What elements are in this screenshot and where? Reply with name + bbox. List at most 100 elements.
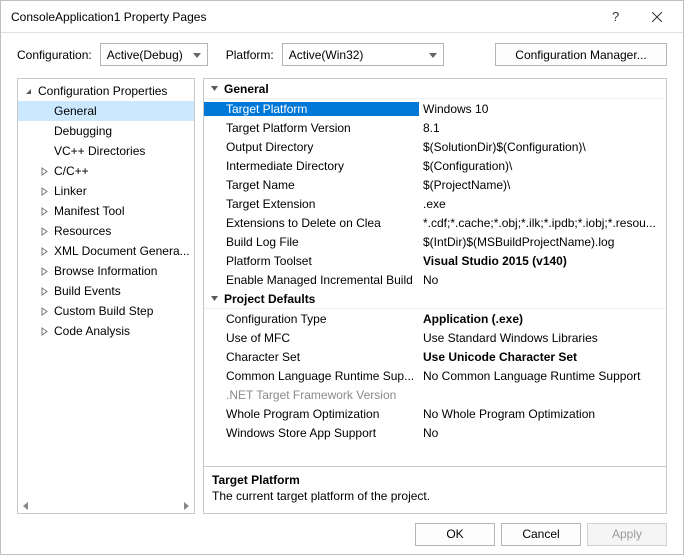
- configuration-manager-button[interactable]: Configuration Manager...: [495, 43, 667, 66]
- chevron-right-icon[interactable]: [38, 185, 50, 197]
- property-row[interactable]: Output Directory$(SolutionDir)$(Configur…: [204, 137, 666, 156]
- tree-item-label: Browse Information: [54, 264, 157, 278]
- property-name: Character Set: [204, 350, 419, 364]
- help-panel: Target Platform The current target platf…: [203, 467, 667, 514]
- tree-item-c-c[interactable]: C/C++: [18, 161, 194, 181]
- chevron-right-icon[interactable]: [38, 265, 50, 277]
- tree-item-label: Manifest Tool: [54, 204, 124, 218]
- category-project-defaults[interactable]: Project Defaults: [204, 289, 666, 309]
- scroll-right-icon[interactable]: [178, 501, 194, 511]
- property-row[interactable]: Use of MFCUse Standard Windows Libraries: [204, 328, 666, 347]
- tree-item-build-events[interactable]: Build Events: [18, 281, 194, 301]
- tree-item-resources[interactable]: Resources: [18, 221, 194, 241]
- property-row[interactable]: Build Log File$(IntDir)$(MSBuildProjectN…: [204, 232, 666, 251]
- chevron-right-icon[interactable]: [38, 305, 50, 317]
- property-row[interactable]: Windows Store App SupportNo: [204, 423, 666, 442]
- property-row[interactable]: Extensions to Delete on Clea*.cdf;*.cach…: [204, 213, 666, 232]
- property-name: Use of MFC: [204, 331, 419, 345]
- property-value[interactable]: Application (.exe): [419, 312, 666, 326]
- property-name: Windows Store App Support: [204, 426, 419, 440]
- chevron-open-icon[interactable]: [22, 85, 34, 97]
- chevron-right-icon[interactable]: [38, 325, 50, 337]
- property-row[interactable]: Target Extension.exe: [204, 194, 666, 213]
- tree-item-custom-build-step[interactable]: Custom Build Step: [18, 301, 194, 321]
- tree-item-xml-document-genera[interactable]: XML Document Genera...: [18, 241, 194, 261]
- tree-root-configuration-properties[interactable]: Configuration Properties: [18, 81, 194, 101]
- chevron-down-icon[interactable]: [208, 83, 220, 95]
- chevron-down-icon[interactable]: [208, 293, 220, 305]
- property-value[interactable]: No: [419, 273, 666, 287]
- close-icon[interactable]: [637, 1, 677, 33]
- property-value[interactable]: $(Configuration)\: [419, 159, 666, 173]
- property-value[interactable]: 8.1: [419, 121, 666, 135]
- platform-label: Platform:: [226, 48, 274, 62]
- property-name: .NET Target Framework Version: [204, 388, 419, 402]
- property-value[interactable]: Visual Studio 2015 (v140): [419, 254, 666, 268]
- category-general[interactable]: General: [204, 79, 666, 99]
- platform-value: Active(Win32): [289, 48, 364, 62]
- property-value[interactable]: Use Standard Windows Libraries: [419, 331, 666, 345]
- chevron-right-icon[interactable]: [38, 285, 50, 297]
- property-value[interactable]: .exe: [419, 197, 666, 211]
- property-value[interactable]: $(ProjectName)\: [419, 178, 666, 192]
- property-name: Target Platform: [204, 102, 419, 116]
- property-row[interactable]: Character SetUse Unicode Character Set: [204, 347, 666, 366]
- ok-button[interactable]: OK: [415, 523, 495, 546]
- tree-item-label: General: [54, 104, 97, 118]
- expander-placeholder: [38, 125, 50, 137]
- help-icon[interactable]: ?: [597, 1, 637, 33]
- dialog-footer: OK Cancel Apply: [1, 514, 683, 554]
- property-value[interactable]: Use Unicode Character Set: [419, 350, 666, 364]
- property-value[interactable]: No Whole Program Optimization: [419, 407, 666, 421]
- property-row[interactable]: Target PlatformWindows 10: [204, 99, 666, 118]
- property-value[interactable]: No Common Language Runtime Support: [419, 369, 666, 383]
- property-value[interactable]: No: [419, 426, 666, 440]
- tree-item-debugging[interactable]: Debugging: [18, 121, 194, 141]
- property-value[interactable]: $(IntDir)$(MSBuildProjectName).log: [419, 235, 666, 249]
- chevron-right-icon[interactable]: [38, 225, 50, 237]
- category-tree[interactable]: Configuration Properties General Debuggin…: [17, 78, 195, 514]
- cancel-button[interactable]: Cancel: [501, 523, 581, 546]
- property-row[interactable]: .NET Target Framework Version: [204, 385, 666, 404]
- platform-dropdown[interactable]: Active(Win32): [282, 43, 444, 66]
- tree-item-label: VC++ Directories: [54, 144, 145, 158]
- property-name: Target Name: [204, 178, 419, 192]
- property-value[interactable]: $(SolutionDir)$(Configuration)\: [419, 140, 666, 154]
- apply-button[interactable]: Apply: [587, 523, 667, 546]
- category-label: Project Defaults: [224, 292, 315, 306]
- tree-item-linker[interactable]: Linker: [18, 181, 194, 201]
- configuration-label: Configuration:: [17, 48, 92, 62]
- property-row[interactable]: Whole Program OptimizationNo Whole Progr…: [204, 404, 666, 423]
- property-name: Target Platform Version: [204, 121, 419, 135]
- tree-item-browse-information[interactable]: Browse Information: [18, 261, 194, 281]
- chevron-right-icon[interactable]: [38, 205, 50, 217]
- property-name: Output Directory: [204, 140, 419, 154]
- property-name: Whole Program Optimization: [204, 407, 419, 421]
- property-name: Common Language Runtime Sup...: [204, 369, 419, 383]
- tree-item-code-analysis[interactable]: Code Analysis: [18, 321, 194, 341]
- property-row[interactable]: Configuration TypeApplication (.exe): [204, 309, 666, 328]
- chevron-right-icon[interactable]: [38, 165, 50, 177]
- property-row[interactable]: Intermediate Directory$(Configuration)\: [204, 156, 666, 175]
- property-row[interactable]: Platform ToolsetVisual Studio 2015 (v140…: [204, 251, 666, 270]
- property-pages-dialog: ConsoleApplication1 Property Pages ? Con…: [0, 0, 684, 555]
- property-name: Extensions to Delete on Clea: [204, 216, 419, 230]
- property-value[interactable]: Windows 10: [419, 102, 666, 116]
- property-grid[interactable]: GeneralTarget PlatformWindows 10Target P…: [203, 78, 667, 467]
- property-row[interactable]: Target Name$(ProjectName)\: [204, 175, 666, 194]
- configuration-value: Active(Debug): [107, 48, 183, 62]
- tree-item-manifest-tool[interactable]: Manifest Tool: [18, 201, 194, 221]
- property-value[interactable]: *.cdf;*.cache;*.obj;*.ilk;*.ipdb;*.iobj;…: [419, 216, 666, 230]
- tree-item-label: C/C++: [54, 164, 89, 178]
- configuration-dropdown[interactable]: Active(Debug): [100, 43, 208, 66]
- scroll-left-icon[interactable]: [18, 501, 34, 511]
- property-row[interactable]: Enable Managed Incremental BuildNo: [204, 270, 666, 289]
- svg-text:?: ?: [612, 10, 619, 24]
- chevron-right-icon[interactable]: [38, 245, 50, 257]
- horizontal-scrollbar[interactable]: [18, 501, 194, 511]
- property-row[interactable]: Target Platform Version8.1: [204, 118, 666, 137]
- titlebar: ConsoleApplication1 Property Pages ?: [1, 1, 683, 33]
- property-row[interactable]: Common Language Runtime Sup...No Common …: [204, 366, 666, 385]
- tree-item-general[interactable]: General: [18, 101, 194, 121]
- tree-item-vc-directories[interactable]: VC++ Directories: [18, 141, 194, 161]
